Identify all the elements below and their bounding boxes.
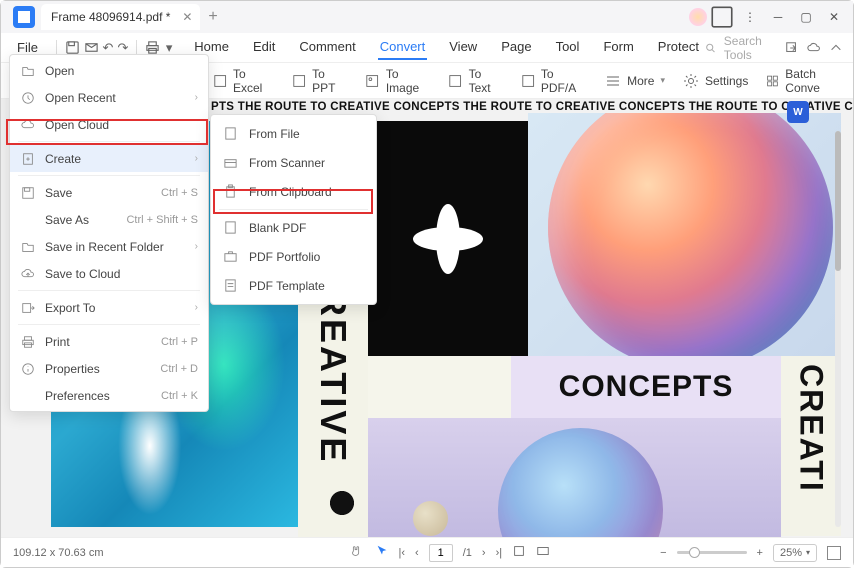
menu-page[interactable]: Page: [499, 35, 533, 60]
menu-protect[interactable]: Protect: [656, 35, 701, 60]
menu-comment[interactable]: Comment: [297, 35, 357, 60]
file-menu-create[interactable]: Create›: [10, 145, 208, 172]
app-logo-icon: [13, 6, 35, 28]
menu-edit[interactable]: Edit: [251, 35, 277, 60]
prev-page-icon[interactable]: ‹: [415, 547, 419, 559]
next-page-icon[interactable]: ›: [482, 547, 486, 559]
tab-close-icon[interactable]: ✕: [182, 10, 192, 24]
gradient-orb-large: [528, 113, 841, 356]
ai-assistant-icon[interactable]: [689, 8, 707, 26]
close-button[interactable]: ✕: [821, 4, 847, 30]
first-page-icon[interactable]: |‹: [399, 547, 406, 559]
create-submenu: From File From Scanner From Clipboard Bl…: [210, 114, 377, 305]
zoom-out-icon[interactable]: −: [660, 547, 666, 559]
notes-icon[interactable]: [709, 4, 735, 30]
document-tab[interactable]: Frame 48096914.pdf * ✕: [41, 4, 200, 30]
create-pdf-template[interactable]: PDF Template: [211, 271, 376, 300]
file-menu-save-to-cloud[interactable]: Save to Cloud: [10, 260, 208, 287]
file-menu-properties[interactable]: PropertiesCtrl + D: [10, 355, 208, 382]
small-sphere: [413, 501, 448, 536]
tab-title: Frame 48096914.pdf *: [51, 10, 170, 24]
settings-button[interactable]: Settings: [683, 67, 748, 95]
share-icon[interactable]: [785, 39, 799, 57]
title-bar: Frame 48096914.pdf * ✕ + ⋮ ─ ▢ ✕: [1, 1, 853, 33]
create-blank-pdf[interactable]: Blank PDF: [211, 213, 376, 242]
to-excel-button[interactable]: To Excel: [213, 67, 274, 95]
batch-convert-button[interactable]: Batch Conve: [766, 67, 841, 95]
page-total: /1: [463, 547, 472, 559]
file-menu-open-cloud[interactable]: Open Cloud: [10, 111, 208, 138]
last-page-icon[interactable]: ›|: [496, 547, 503, 559]
menu-view[interactable]: View: [447, 35, 479, 60]
create-from-clipboard[interactable]: From Clipboard: [211, 177, 376, 206]
select-tool-icon[interactable]: [375, 544, 389, 561]
file-menu-save-as[interactable]: Save AsCtrl + Shift + S: [10, 206, 208, 233]
fullscreen-icon[interactable]: [827, 546, 841, 560]
file-menu-open-recent[interactable]: Open Recent›: [10, 84, 208, 111]
menu-convert[interactable]: Convert: [378, 35, 428, 60]
fit-page-icon[interactable]: [536, 544, 550, 561]
dark-sparkle-block: [368, 121, 528, 356]
banner-text: PTS THE ROUTE TO CREATIVE CONCEPTS THE R…: [211, 101, 853, 113]
to-pdfa-button[interactable]: To PDF/A: [521, 67, 588, 95]
more-button[interactable]: More▾: [605, 73, 665, 89]
to-image-button[interactable]: To Image: [365, 67, 430, 95]
create-pdf-portfolio[interactable]: PDF Portfolio: [211, 242, 376, 271]
fit-width-icon[interactable]: [512, 544, 526, 561]
maximize-button[interactable]: ▢: [793, 4, 819, 30]
file-menu-preferences[interactable]: PreferencesCtrl + K: [10, 382, 208, 409]
hand-tool-icon[interactable]: [349, 544, 363, 561]
menu-form[interactable]: Form: [601, 35, 635, 60]
status-bar: 109.12 x 70.63 cm |‹ ‹ /1 › ›| − + 25%▾: [1, 537, 853, 567]
sparkle-icon: [413, 204, 483, 274]
creative2-strip: CREATI: [781, 356, 841, 536]
scrollbar-thumb[interactable]: [835, 131, 841, 271]
file-dropdown-menu: Open Open Recent› Open Cloud Create› Sav…: [9, 54, 209, 412]
zoom-percent-select[interactable]: 25%▾: [773, 544, 817, 562]
starburst-icon: [321, 482, 363, 524]
minimize-button[interactable]: ─: [765, 4, 791, 30]
cloud-icon[interactable]: [807, 39, 821, 57]
vertical-scrollbar[interactable]: [835, 131, 841, 527]
create-from-scanner[interactable]: From Scanner: [211, 148, 376, 177]
zoom-in-icon[interactable]: +: [757, 547, 763, 559]
creative2-label: CREATI: [793, 364, 830, 493]
to-text-button[interactable]: To Text: [448, 67, 502, 95]
search-placeholder[interactable]: Search Tools: [724, 34, 777, 62]
collapse-icon[interactable]: [829, 39, 843, 57]
to-ppt-button[interactable]: To PPT: [292, 67, 348, 95]
word-export-badge[interactable]: W: [787, 101, 809, 123]
file-menu-save-recent-folder[interactable]: Save in Recent Folder›: [10, 233, 208, 260]
search-icon[interactable]: [705, 41, 716, 55]
concepts-block: CONCEPTS: [511, 356, 781, 418]
new-tab-button[interactable]: +: [208, 8, 217, 26]
file-menu-export-to[interactable]: Export To›: [10, 294, 208, 321]
page-number-input[interactable]: [429, 544, 453, 562]
zoom-slider[interactable]: [677, 551, 747, 554]
file-menu-open[interactable]: Open: [10, 57, 208, 84]
page-dimensions: 109.12 x 70.63 cm: [13, 547, 104, 559]
menu-tool[interactable]: Tool: [554, 35, 582, 60]
concepts-label: CONCEPTS: [559, 370, 734, 404]
file-menu-save[interactable]: SaveCtrl + S: [10, 179, 208, 206]
create-from-file[interactable]: From File: [211, 119, 376, 148]
file-menu-print[interactable]: PrintCtrl + P: [10, 328, 208, 355]
kebab-menu-icon[interactable]: ⋮: [737, 4, 763, 30]
